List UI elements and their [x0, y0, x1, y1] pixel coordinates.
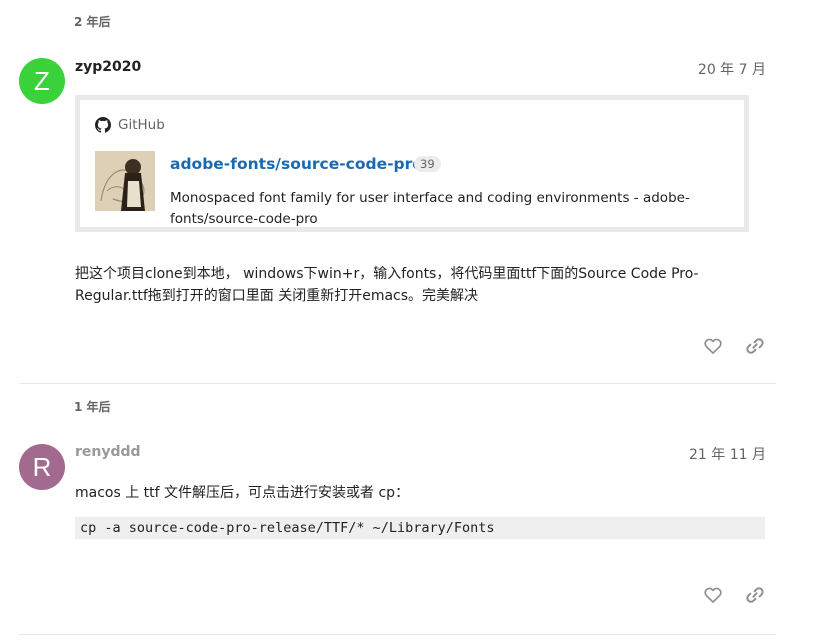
onebox-source-label: GitHub [118, 117, 165, 133]
onebox-source[interactable]: GitHub [95, 117, 165, 133]
github-icon [95, 117, 111, 133]
post-divider [19, 383, 776, 384]
username[interactable]: zyp2020 [75, 59, 141, 75]
thumbnail-image [95, 151, 155, 211]
onebox-card: GitHub adobe-fonts/source-code-pro 39 Mo… [75, 95, 749, 232]
onebox-description: Monospaced font family for user interfac… [170, 190, 690, 227]
time-gap-2: 1 年后 [74, 400, 111, 414]
post-date[interactable]: 21 年 11 月 [689, 444, 766, 464]
post-body: macos 上 ttf 文件解压后，可点击进行安装或者 cp： [75, 485, 410, 501]
star-count-badge: 39 [414, 156, 441, 172]
heart-outline-icon[interactable] [703, 585, 723, 605]
time-gap-1: 2 年后 [74, 15, 111, 29]
avatar[interactable]: Z [19, 58, 65, 104]
username[interactable]: renyddd [75, 444, 141, 460]
post-date[interactable]: 20 年 7 月 [698, 59, 766, 79]
link-icon[interactable] [745, 336, 765, 356]
post-divider [19, 634, 776, 635]
avatar[interactable]: R [19, 444, 65, 490]
post-body: 把这个项目clone到本地， windows下win+r，输入fonts，将代码… [75, 266, 699, 304]
onebox-thumbnail[interactable] [95, 151, 155, 211]
link-icon[interactable] [745, 585, 765, 605]
code-block: cp -a source-code-pro-release/TTF/* ~/Li… [75, 517, 765, 539]
avatar-letter: R [32, 451, 52, 482]
avatar-letter: Z [34, 65, 50, 96]
onebox-title-link[interactable]: adobe-fonts/source-code-pro [170, 155, 423, 173]
heart-outline-icon[interactable] [703, 336, 723, 356]
